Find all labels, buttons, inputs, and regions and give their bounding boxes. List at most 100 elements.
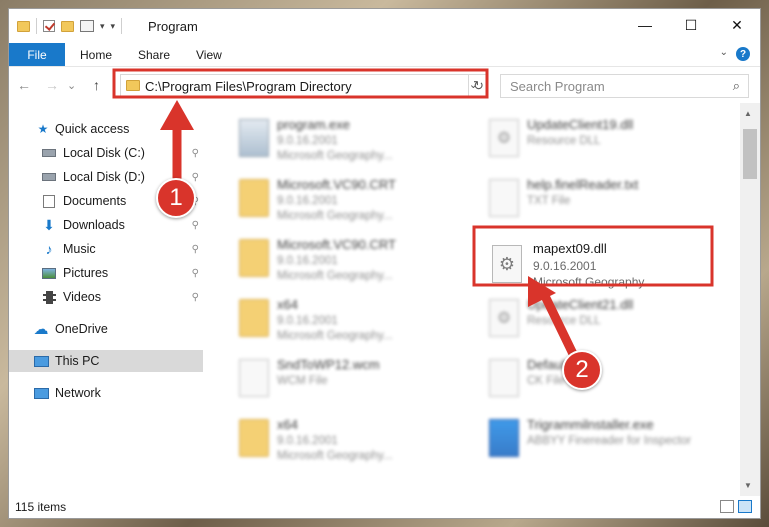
file-company: Microsoft Geography... <box>277 450 393 462</box>
pin-icon[interactable]: ⚲ <box>192 268 199 279</box>
videos-icon <box>41 290 57 304</box>
file-version: 9.0.16.2001 <box>277 255 338 267</box>
vertical-scrollbar[interactable]: ▲ ▼ <box>740 103 760 496</box>
properties-check-icon[interactable] <box>43 20 55 32</box>
sidebar-item-label: Quick access <box>55 122 130 136</box>
file-item[interactable]: Microsoft.VC90.CRT 9.0.16.2001 Microsoft… <box>231 233 461 285</box>
file-item[interactable]: program.exe 9.0.16.2001 Microsoft Geogra… <box>231 113 461 165</box>
sidebar-item-local-disk-c[interactable]: Local Disk (C:) ⚲ <box>9 142 203 164</box>
back-arrow-icon[interactable]: ← <box>17 77 31 93</box>
details-view-icon[interactable] <box>720 500 734 513</box>
file-version: 9.0.16.2001 <box>277 315 338 327</box>
file-item[interactable]: SndToWP12.wcm WCM File <box>231 353 461 405</box>
minimize-button[interactable]: — <box>622 9 668 41</box>
downloads-icon: ⬇ <box>43 216 55 233</box>
pin-icon[interactable]: ⚲ <box>192 292 199 303</box>
properties-icon[interactable] <box>80 20 94 32</box>
address-path[interactable]: C:\Program Files\Program Directory <box>145 79 352 94</box>
star-icon: ★ <box>37 122 49 136</box>
sidebar-item-this-pc[interactable]: This PC <box>9 350 203 372</box>
file-item[interactable]: help.finelReader.txt TXT File <box>481 173 711 225</box>
drive-icon <box>41 146 57 160</box>
pin-icon[interactable]: ⚲ <box>192 148 199 159</box>
scrollbar-thumb[interactable] <box>743 129 757 179</box>
toolbar-separator <box>121 18 123 34</box>
folder-icon <box>239 419 269 457</box>
step-badge-1: 1 <box>156 178 196 218</box>
sidebar-item-videos[interactable]: Videos ⚲ <box>9 286 203 308</box>
window-controls: — ☐ ✕ <box>622 9 760 41</box>
toolbar-separator <box>36 18 37 34</box>
folder-icon <box>126 80 140 91</box>
pin-icon[interactable]: ⚲ <box>192 244 199 255</box>
tab-view[interactable]: View <box>196 43 222 66</box>
sidebar-item-label: Local Disk (D:) <box>63 170 145 184</box>
search-placeholder: Search Program <box>510 79 605 94</box>
sidebar-item-quick-access[interactable]: ★ Quick access <box>9 118 203 140</box>
new-folder-icon[interactable] <box>61 20 74 32</box>
refresh-button[interactable]: ↻ <box>468 74 488 98</box>
music-icon: ♪ <box>45 241 53 257</box>
sidebar-item-onedrive[interactable]: ☁ OneDrive <box>9 318 203 340</box>
pin-icon[interactable]: ⚲ <box>192 220 199 231</box>
file-item[interactable]: Trigrammilnstaller.exe ABBYY Finereader … <box>481 413 711 465</box>
document-icon <box>239 359 269 397</box>
scroll-down-icon[interactable]: ▼ <box>744 481 752 490</box>
expand-ribbon-icon[interactable]: ⌄ <box>720 47 728 58</box>
dll-gear-icon: ⚙ <box>489 119 519 157</box>
file-name: mapext09.dll <box>533 241 607 256</box>
file-name: Microsoft.VC90.CRT <box>277 237 396 252</box>
file-name: Microsoft.VC90.CRT <box>277 177 396 192</box>
folder-icon[interactable] <box>17 20 30 32</box>
sidebar-item-network[interactable]: Network <box>9 382 203 404</box>
file-version: 9.0.16.2001 <box>277 435 338 447</box>
file-version: 9.0.16.2001 <box>277 135 338 147</box>
file-name: x64 <box>277 417 298 432</box>
help-icon[interactable]: ? <box>736 47 750 61</box>
dll-gear-icon: ⚙ <box>489 299 519 337</box>
maximize-button[interactable]: ☐ <box>668 9 714 41</box>
file-name: help.finelReader.txt <box>527 177 639 192</box>
file-item[interactable]: x64 9.0.16.2001 Microsoft Geography... <box>231 293 461 345</box>
file-company: Microsoft Geography... <box>277 210 393 222</box>
file-item[interactable]: ⚙ UpdateClient21.dll Resource DLL <box>481 293 711 345</box>
chevron-down-icon[interactable]: ▾ <box>100 21 105 32</box>
tiles-view-icon[interactable] <box>738 500 752 513</box>
sidebar-item-label: Downloads <box>63 218 125 232</box>
folder-icon <box>239 239 269 277</box>
sidebar-item-label: Documents <box>63 194 127 208</box>
document-icon <box>489 179 519 217</box>
documents-icon <box>41 194 57 208</box>
tab-share[interactable]: Share <box>138 43 170 66</box>
file-name: x64 <box>277 297 298 312</box>
navigation-pane: ★ Quick access Local Disk (C:) ⚲ Local D… <box>9 103 205 496</box>
file-company: Microsoft Geography... <box>277 270 393 282</box>
status-bar: 115 items <box>9 496 760 518</box>
installer-icon <box>489 419 519 457</box>
search-icon[interactable]: ⌕ <box>733 78 740 94</box>
file-item[interactable]: Microsoft.VC90.CRT 9.0.16.2001 Microsoft… <box>231 173 461 225</box>
tab-home[interactable]: Home <box>80 43 112 66</box>
recent-locations-icon[interactable]: ⌄ <box>67 79 76 92</box>
up-arrow-icon[interactable]: ↑ <box>93 77 100 93</box>
tab-file[interactable]: File <box>9 43 65 66</box>
search-input[interactable]: Search Program ⌕ <box>500 74 749 98</box>
forward-arrow-icon[interactable]: → <box>45 77 59 93</box>
sidebar-item-label: Network <box>55 386 101 400</box>
customize-toolbar-icon[interactable]: ▾ <box>111 21 116 32</box>
sidebar-item-pictures[interactable]: Pictures ⚲ <box>9 262 203 284</box>
file-item[interactable]: x64 9.0.16.2001 Microsoft Geography... <box>231 413 461 465</box>
explorer-window: ▾ ▾ Program — ☐ ✕ File Home Share View ⌄… <box>8 8 761 519</box>
address-bar[interactable]: C:\Program Files\Program Directory ⌄ <box>120 74 487 98</box>
scroll-up-icon[interactable]: ▲ <box>744 109 752 118</box>
file-company: Microsoft Geography... <box>277 330 393 342</box>
folder-icon <box>239 179 269 217</box>
file-item[interactable]: ⚙ UpdateClient19.dll Resource DLL <box>481 113 711 165</box>
pin-icon[interactable]: ⚲ <box>192 172 199 183</box>
sidebar-item-music[interactable]: ♪ Music ⚲ <box>9 238 203 260</box>
file-name: program.exe <box>277 117 350 132</box>
file-name: UpdateClient21.dll <box>527 297 634 312</box>
file-item-mapext09-dll[interactable]: ⚙ mapext09.dll 9.0.16.2001 Microsoft Geo… <box>484 237 720 295</box>
network-icon <box>33 386 49 400</box>
close-button[interactable]: ✕ <box>714 9 760 41</box>
